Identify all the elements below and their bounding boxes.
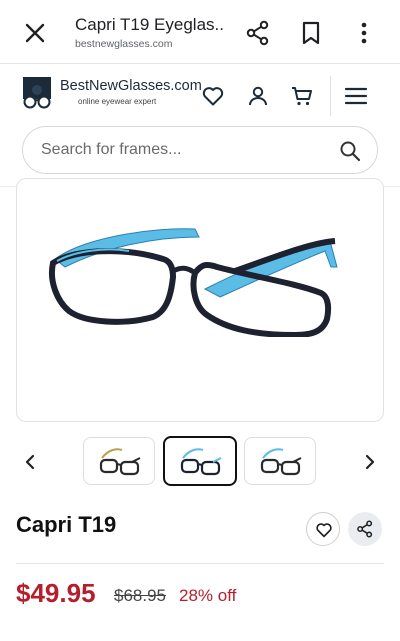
more-vert-icon[interactable] [351,20,377,46]
menu-icon[interactable] [344,84,368,108]
share-icon[interactable] [245,20,271,46]
page-title: Capri T19 Eyeglas... [75,15,225,34]
heart-icon [316,523,332,538]
user-icon[interactable] [246,84,270,108]
logo-glasses-icon [23,77,51,109]
page-url[interactable]: bestnewglasses.com [75,38,172,50]
thumbnail-glasses-icon [99,448,141,476]
thumbnail-1[interactable] [83,437,155,485]
search-input[interactable] [41,127,331,173]
eyeglasses-image [49,228,338,337]
thumbnail-3[interactable] [244,437,316,485]
discount-badge: 28% off [179,586,237,605]
wishlist-button[interactable] [306,512,340,546]
cart-icon[interactable] [290,84,314,108]
search-icon[interactable] [339,140,361,162]
thumbnail-2[interactable] [163,436,237,486]
heart-icon[interactable] [201,84,225,108]
sale-price: $49.95 [16,578,96,608]
chevron-right-icon[interactable] [356,448,384,476]
product-image[interactable] [16,178,384,422]
brand-tagline: online eyewear expert [78,97,157,106]
bookmark-icon[interactable] [298,20,324,46]
thumbnail-glasses-icon [260,448,302,476]
share-icon [357,520,373,538]
site-logo[interactable]: BestNewGlasses.com online eyewear expert [22,76,202,112]
product-name: Capri T19 [16,512,117,537]
original-price: $68.95 [114,586,166,605]
header-divider [330,76,331,116]
close-icon[interactable] [22,20,48,46]
site-header: BestNewGlasses.com online eyewear expert [0,64,400,128]
chevron-left-icon[interactable] [16,448,44,476]
share-button[interactable] [348,512,382,546]
brand-name: BestNewGlasses.com [60,78,202,94]
thumbnail-glasses-icon [180,448,222,476]
price-divider [16,563,384,564]
search-bar[interactable] [22,126,378,174]
browser-tab-bar: Capri T19 Eyeglas... bestnewglasses.com [0,0,400,64]
